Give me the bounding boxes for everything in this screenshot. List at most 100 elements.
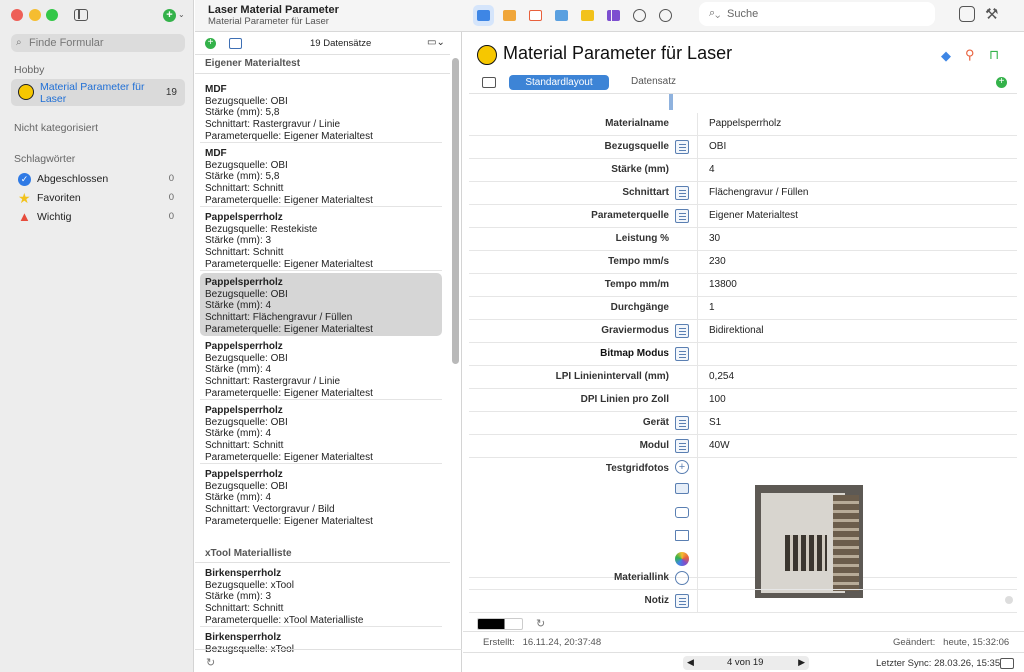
zoom-window-button[interactable] — [46, 9, 58, 21]
tab-datensatz[interactable]: Datensatz — [631, 76, 676, 87]
list-view-button[interactable] — [473, 5, 494, 26]
add-field-button[interactable]: + — [996, 77, 1007, 88]
add-form-button[interactable]: + — [163, 9, 176, 22]
list-picker-icon[interactable] — [675, 140, 689, 154]
list-picker-icon[interactable] — [675, 416, 689, 430]
sidebar-panel-icon[interactable] — [482, 77, 496, 88]
field-bezugsquelle[interactable]: Bezugsquelle OBI — [469, 136, 1017, 159]
map-view-button[interactable] — [551, 5, 572, 26]
resize-handle-icon[interactable] — [1005, 596, 1013, 604]
list-picker-icon[interactable] — [675, 439, 689, 453]
list-picker-icon[interactable] — [675, 324, 689, 338]
image-library-icon[interactable] — [675, 483, 689, 494]
field-tempo-mms[interactable]: Tempo mm/s 230 — [469, 251, 1017, 274]
field-notiz[interactable]: Notiz — [469, 590, 1017, 613]
pin-icon[interactable]: ⚲ — [965, 47, 975, 63]
window-title: Laser Material Parameter — [208, 4, 339, 16]
footer-divider — [463, 631, 1024, 632]
field-staerke[interactable]: Stärke (mm) 4 — [469, 159, 1017, 182]
field-lpi[interactable]: LPI Linienintervall (mm) 0,254 — [469, 366, 1017, 389]
field-tempo-mmm[interactable]: Tempo mm/m 13800 — [469, 274, 1017, 297]
previous-record-button[interactable]: ◀ — [687, 657, 694, 668]
camera-icon[interactable] — [675, 507, 689, 518]
form-search-input[interactable]: ⌕ Finde Formular — [11, 34, 185, 52]
sync-button[interactable] — [629, 5, 650, 26]
list-item-selected[interactable]: Pappelsperrholz Bezugsquelle: OBI Stärke … — [200, 273, 442, 336]
minimize-window-button[interactable] — [29, 9, 41, 21]
globe-icon[interactable] — [675, 571, 689, 585]
next-record-button[interactable]: ▶ — [798, 657, 805, 668]
note-icon[interactable] — [675, 594, 689, 608]
sync-status: Letzter Sync: 28.03.26, 15:35 — [876, 658, 1001, 669]
list-item[interactable]: Pappelsperrholz Bezugsquelle: Restekiste… — [200, 208, 442, 271]
list-item[interactable]: Birkensperrholz Bezugsquelle: xTool — [200, 628, 442, 655]
tools-icon[interactable]: ⚒ — [985, 5, 998, 23]
field-divider — [697, 389, 698, 412]
refresh-icon[interactable]: ↻ — [206, 656, 215, 669]
scanner-icon[interactable] — [675, 530, 689, 541]
list-scrollbar[interactable] — [452, 58, 459, 364]
field-dpi[interactable]: DPI Linien pro Zoll 100 — [469, 389, 1017, 412]
list-item[interactable]: Birkensperrholz Bezugsquelle: xTool Stärk… — [200, 564, 442, 627]
field-materiallink[interactable]: Materiallink — [469, 567, 1017, 590]
add-record-button[interactable]: + — [205, 38, 216, 49]
window-icon[interactable] — [1000, 658, 1014, 669]
table-settings-icon[interactable] — [229, 38, 242, 49]
star-icon: ★ — [18, 190, 31, 206]
sidebar-item-count: 19 — [165, 87, 177, 98]
table-icon — [503, 10, 516, 21]
add-photo-icon[interactable]: + — [675, 460, 689, 474]
field-divider — [697, 113, 698, 136]
sidebar: + ⌄ ⌕ Finde Formular Hobby Material Para… — [0, 0, 194, 672]
lock-open-icon[interactable]: ⊓ — [989, 47, 999, 63]
list-item[interactable]: Pappelsperrholz Bezugsquelle: OBI Stärke … — [200, 337, 442, 400]
field-geraet[interactable]: Gerät S1 — [469, 412, 1017, 435]
list-picker-icon[interactable] — [675, 209, 689, 223]
layout-handle[interactable] — [669, 94, 673, 110]
field-parameterquelle[interactable]: Parameterquelle Eigener Materialtest — [469, 205, 1017, 228]
gallery-view-button[interactable] — [577, 5, 598, 26]
toolbar: Laser Material Parameter Material Parame… — [195, 0, 1024, 32]
list-item[interactable]: MDF Bezugsquelle: OBI Stärke (mm): 5,8 Sch… — [200, 144, 442, 207]
field-divider — [697, 159, 698, 182]
filter-button[interactable] — [655, 5, 676, 26]
list-item[interactable]: MDF Bezugsquelle: OBI Stärke (mm): 5,8 Sch… — [200, 80, 442, 143]
refresh-icon[interactable]: ↻ — [536, 617, 545, 630]
field-divider — [697, 228, 698, 251]
chevron-down-icon[interactable]: ⌄ — [178, 10, 185, 19]
sidebar-item-material-parameter[interactable]: Material Parameter für Laser 19 — [11, 79, 185, 106]
chart-view-button[interactable] — [603, 5, 624, 26]
list-picker-icon[interactable] — [675, 347, 689, 361]
field-modul[interactable]: Modul 40W — [469, 435, 1017, 458]
print-button[interactable] — [959, 6, 975, 22]
photos-app-icon[interactable] — [675, 552, 689, 566]
list-divider — [195, 73, 450, 74]
field-bitmap-modus[interactable]: Bitmap Modus — [469, 343, 1017, 366]
field-divider — [697, 182, 698, 205]
bar-chart-icon — [607, 10, 620, 21]
toolbar-search-input[interactable]: ⌕⌄ Suche — [699, 2, 935, 26]
field-materialname[interactable]: Materialname Pappelsperrholz — [469, 113, 1017, 136]
calendar-view-button[interactable] — [525, 5, 546, 26]
list-item[interactable]: Pappelsperrholz Bezugsquelle: OBI Stärke … — [200, 465, 442, 528]
calendar-icon — [529, 10, 542, 21]
list-item[interactable]: Pappelsperrholz Bezugsquelle: OBI Stärke … — [200, 401, 442, 464]
sidebar-item-uncategorized[interactable]: Nicht kategorisiert — [14, 122, 98, 134]
color-swatch-button[interactable] — [477, 618, 523, 630]
tab-standardlayout[interactable]: Standardlayout — [509, 75, 609, 90]
table-view-button[interactable] — [499, 5, 520, 26]
field-schnittart[interactable]: Schnittart Flächengravur / Füllen — [469, 182, 1017, 205]
tag-icon[interactable]: ◆ — [941, 48, 951, 64]
field-durchgaenge[interactable]: Durchgänge 1 — [469, 297, 1017, 320]
list-picker-icon[interactable] — [675, 186, 689, 200]
grid-icon — [581, 10, 594, 21]
sidebar-toggle-icon[interactable] — [74, 9, 88, 21]
close-window-button[interactable] — [11, 9, 23, 21]
field-leistung[interactable]: Leistung % 30 — [469, 228, 1017, 251]
field-graviermodus[interactable]: Graviermodus Bidirektional — [469, 320, 1017, 343]
field-divider — [697, 412, 698, 435]
record-position: 4 von 19 — [727, 657, 764, 668]
sort-menu-icon[interactable]: ▭⌄ — [427, 37, 445, 48]
list-divider — [195, 649, 462, 650]
record-list: + 19 Datensätze ▭⌄ Eigener Materialtest … — [195, 32, 462, 672]
